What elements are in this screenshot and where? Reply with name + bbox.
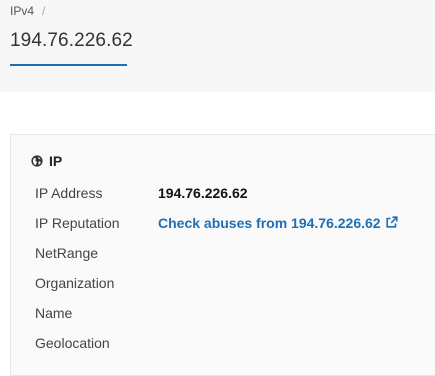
breadcrumb-item-ipv4[interactable]: IPv4 [10,4,34,18]
geolocation-row: Geolocation [35,335,435,365]
globe-icon [31,155,43,167]
ip-section-title: IP [49,153,63,169]
organization-row: Organization [35,275,435,305]
breadcrumb-separator: / [42,4,46,18]
ip-address-row: IP Address 194.76.226.62 [35,185,435,215]
name-label: Name [35,305,73,321]
organization-label: Organization [35,275,115,291]
ip-address-label: IP Address [35,185,103,201]
geolocation-label: Geolocation [35,335,110,351]
ip-info-panel: IP IP Address 194.76.226.62 IP Reputatio… [10,134,435,376]
name-row: Name [35,305,435,335]
external-link-icon [385,216,398,228]
ip-reputation-label: IP Reputation [35,215,120,231]
netrange-label: NetRange [35,245,99,261]
netrange-row: NetRange [35,245,435,275]
check-abuses-link[interactable]: Check abuses from 194.76.226.62 [158,215,398,231]
page-header: IPv4 / 194.76.226.62 [0,0,435,92]
ip-section-heading: IP [31,153,62,169]
ip-reputation-row: IP Reputation Check abuses from 194.76.2… [35,215,435,245]
ip-address-value: 194.76.226.62 [158,185,248,201]
active-tab-indicator [10,64,127,66]
page-title: 194.76.226.62 [10,30,133,51]
breadcrumb: IPv4 / [10,4,45,18]
check-abuses-link-text: Check abuses from 194.76.226.62 [158,215,381,231]
